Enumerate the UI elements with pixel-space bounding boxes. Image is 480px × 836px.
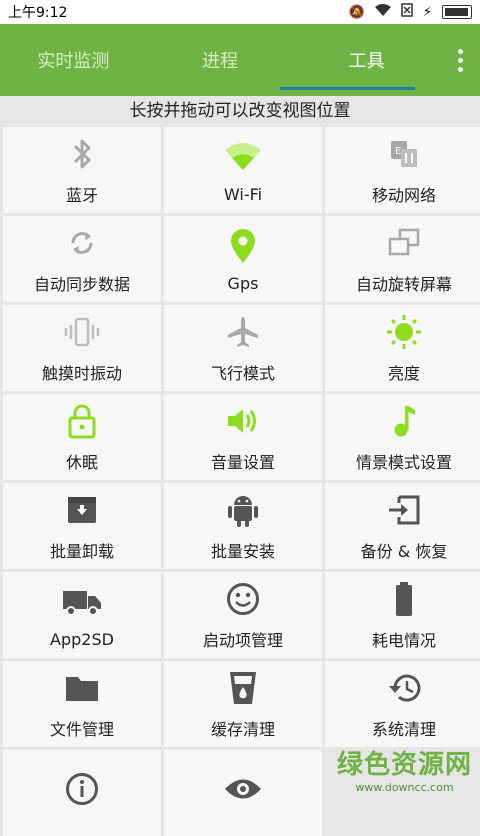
tile-airplane-mode[interactable]: 飞行模式 xyxy=(164,305,322,391)
tile-label: 系统清理 xyxy=(371,720,436,739)
tile-label: 批量卸载 xyxy=(49,542,114,561)
tile-power-usage[interactable]: 耗电情况 xyxy=(325,572,480,658)
tile-bluetooth[interactable]: 蓝牙 xyxy=(3,127,161,213)
tile-label: Wi-Fi xyxy=(223,184,263,204)
tile-startup-manager[interactable]: 启动项管理 xyxy=(164,572,322,658)
tile-gps[interactable]: Gps xyxy=(164,216,322,302)
tile-label: 亮度 xyxy=(387,364,420,383)
tab-tools[interactable]: 工具 xyxy=(293,24,440,96)
brightness-icon xyxy=(384,312,424,352)
battery-status-icon xyxy=(442,5,472,19)
volume-icon xyxy=(223,401,263,441)
backup-restore-icon xyxy=(384,490,424,530)
tile-batch-uninstall[interactable]: 批量卸载 xyxy=(3,483,161,569)
tile-scene-mode[interactable]: 情景模式设置 xyxy=(325,394,480,480)
bluetooth-icon xyxy=(62,134,102,174)
mobile-network-icon: E xyxy=(384,134,424,174)
tile-label: 飞行模式 xyxy=(210,364,275,383)
smiley-icon xyxy=(223,579,263,619)
tile-label: 文件管理 xyxy=(49,720,114,739)
tile-label: 蓝牙 xyxy=(65,186,98,205)
tile-label: 休眠 xyxy=(65,453,98,472)
tile-system-cleaner[interactable]: 系统清理 xyxy=(325,661,480,747)
charging-icon: ⚡ xyxy=(422,4,432,20)
tile-app2sd[interactable]: App2SD xyxy=(3,572,161,658)
tile-label: 自动旋转屏幕 xyxy=(355,275,452,294)
eye-icon xyxy=(223,769,263,809)
airplane-icon xyxy=(223,312,263,352)
tile-sleep[interactable]: 休眠 xyxy=(3,394,161,480)
tile-label: 备份 & 恢复 xyxy=(360,542,448,561)
tile-file-manager[interactable]: 文件管理 xyxy=(3,661,161,747)
vibrate-icon xyxy=(62,312,102,352)
android-icon xyxy=(223,490,263,530)
tile-auto-sync[interactable]: 自动同步数据 xyxy=(3,216,161,302)
tab-processes[interactable]: 进程 xyxy=(147,24,294,96)
wifi-icon xyxy=(223,137,263,177)
status-bar: 上午9:12 🔕 ⚡ xyxy=(0,0,480,24)
tile-brightness[interactable]: 亮度 xyxy=(325,305,480,391)
svg-text:E: E xyxy=(395,146,401,157)
overflow-menu-icon[interactable] xyxy=(440,24,480,96)
cup-icon xyxy=(223,668,263,708)
watermark-url: www.downcc.com xyxy=(355,781,454,794)
status-time: 上午9:12 xyxy=(8,5,68,21)
tile-auto-rotate[interactable]: 自动旋转屏幕 xyxy=(325,216,480,302)
tab-realtime-monitor[interactable]: 实时监测 xyxy=(0,24,147,96)
sim-off-icon xyxy=(401,3,413,21)
wifi-signal-icon xyxy=(374,4,391,20)
tile-label: 触摸时振动 xyxy=(41,364,122,383)
tile-batch-install[interactable]: 批量安装 xyxy=(164,483,322,569)
watermark: 绿色资源网 www.downcc.com xyxy=(337,744,472,794)
tile-label: 启动项管理 xyxy=(202,631,283,650)
watermark-logo-text: 绿色资源网 xyxy=(336,750,472,780)
tools-grid: 蓝牙 Wi-Fi E 移动网络 自动同步数据 Gps 自动旋转屏幕 触摸时振动 … xyxy=(0,127,480,836)
tile-label: Gps xyxy=(227,273,259,293)
tile-label: 批量安装 xyxy=(210,542,275,561)
active-tab-indicator xyxy=(280,87,415,90)
location-pin-icon xyxy=(223,226,263,266)
tile-mobile-network[interactable]: E 移动网络 xyxy=(325,127,480,213)
sync-icon xyxy=(62,223,102,263)
tile-label: 缓存清理 xyxy=(210,720,275,739)
tile-info[interactable] xyxy=(3,750,161,836)
history-icon xyxy=(384,668,424,708)
tile-label: 情景模式设置 xyxy=(355,453,452,472)
music-note-icon xyxy=(384,401,424,441)
tile-label: 自动同步数据 xyxy=(33,275,130,294)
uninstall-box-icon xyxy=(62,490,102,530)
tile-label: 耗电情况 xyxy=(371,631,436,650)
battery-icon xyxy=(384,579,424,619)
tile-backup-restore[interactable]: 备份 & 恢复 xyxy=(325,483,480,569)
tile-volume[interactable]: 音量设置 xyxy=(164,394,322,480)
tab-bar: 实时监测 进程 工具 xyxy=(0,24,480,96)
mute-icon: 🔕 xyxy=(348,4,365,20)
tile-label: App2SD xyxy=(50,629,114,649)
info-icon xyxy=(62,769,102,809)
truck-icon xyxy=(62,582,102,622)
tile-vibrate[interactable]: 触摸时振动 xyxy=(3,305,161,391)
drag-hint-text: 长按并拖动可以改变视图位置 xyxy=(0,96,480,127)
tile-wifi[interactable]: Wi-Fi xyxy=(164,127,322,213)
tile-label: 移动网络 xyxy=(371,186,436,205)
tile-cache-cleaner[interactable]: 缓存清理 xyxy=(164,661,322,747)
rotate-screen-icon xyxy=(384,223,424,263)
status-icons: 🔕 ⚡ xyxy=(349,3,472,21)
folder-icon xyxy=(62,668,102,708)
tile-eye[interactable] xyxy=(164,750,322,836)
lock-icon xyxy=(62,401,102,441)
tile-label: 音量设置 xyxy=(210,453,275,472)
